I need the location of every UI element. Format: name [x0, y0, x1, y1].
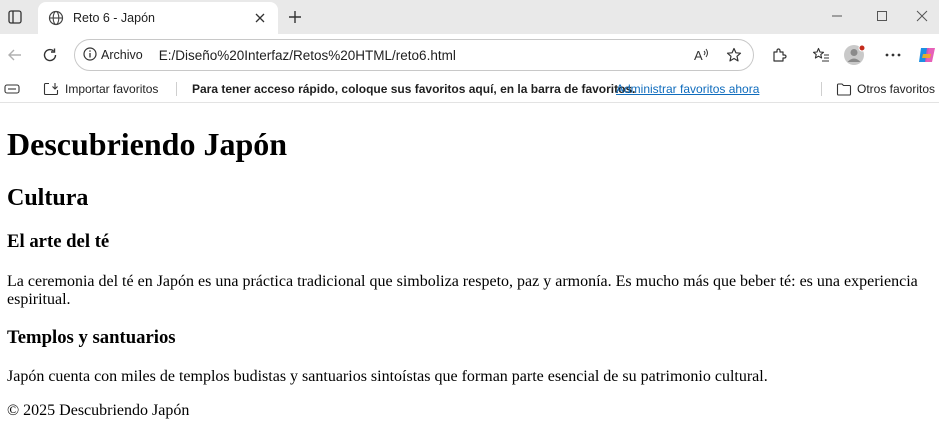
svg-text:A: A: [694, 48, 703, 63]
address-bar[interactable]: Archivo E:/Diseño%20Interfaz/Retos%20HTM…: [74, 39, 754, 71]
tab-strip: Reto 6 - Japón: [0, 0, 939, 34]
refresh-icon[interactable]: [37, 43, 63, 67]
import-icon: [43, 82, 59, 96]
window-close-icon[interactable]: [905, 0, 939, 32]
page-title: Descubriendo Japón: [7, 126, 288, 162]
manage-favorites-link[interactable]: Administrar favoritos ahora: [616, 76, 759, 102]
site-label: Archivo: [101, 48, 143, 62]
site-info-button[interactable]: Archivo: [83, 46, 143, 65]
back-icon[interactable]: [2, 43, 28, 67]
favorites-divider: [821, 82, 822, 96]
page-content: Descubriendo Japón Cultura El arte del t…: [0, 103, 939, 442]
read-aloud-icon[interactable]: A: [689, 43, 715, 67]
other-favorites-button[interactable]: Otros favoritos: [836, 76, 935, 102]
folder-icon: [836, 82, 852, 96]
minimize-icon[interactable]: [815, 0, 859, 32]
favorites-divider: [176, 82, 177, 96]
info-icon: [83, 46, 97, 65]
subsection-title: El arte del té: [7, 231, 110, 252]
favorites-hint: Para tener acceso rápido, coloque sus fa…: [192, 82, 636, 96]
subsection-text: Japón cuenta con miles de templos budist…: [7, 368, 768, 385]
extensions-icon[interactable]: [766, 43, 792, 67]
tab-active[interactable]: Reto 6 - Japón: [38, 2, 278, 34]
import-favorites-button[interactable]: Importar favoritos: [43, 76, 158, 102]
navigation-bar: Archivo E:/Diseño%20Interfaz/Retos%20HTM…: [0, 34, 939, 76]
close-icon[interactable]: [250, 8, 270, 28]
tab-actions-icon[interactable]: [4, 6, 26, 28]
url-text[interactable]: E:/Diseño%20Interfaz/Retos%20HTML/reto6.…: [159, 48, 689, 63]
favorite-star-icon[interactable]: [721, 43, 747, 67]
tab-title: Reto 6 - Japón: [73, 11, 155, 25]
more-icon[interactable]: [880, 43, 906, 67]
favorites-icon[interactable]: [808, 43, 834, 67]
new-tab-button[interactable]: [284, 6, 306, 28]
copilot-icon[interactable]: [914, 43, 939, 67]
other-favorites-label: Otros favoritos: [857, 82, 936, 96]
subsection-text: La ceremonia del té en Japón es una prác…: [7, 273, 918, 308]
avatar[interactable]: [842, 43, 868, 67]
favorites-bar: Importar favoritos Para tener acceso ráp…: [0, 76, 939, 103]
maximize-icon[interactable]: [860, 0, 904, 32]
reading-view-icon[interactable]: [4, 76, 20, 102]
subsection-title: Templos y santuarios: [7, 327, 176, 348]
footer-text: © 2025 Descubriendo Japón: [7, 402, 190, 419]
import-favorites-label: Importar favoritos: [65, 82, 159, 96]
section-title: Cultura: [7, 185, 89, 211]
globe-icon: [48, 10, 64, 26]
